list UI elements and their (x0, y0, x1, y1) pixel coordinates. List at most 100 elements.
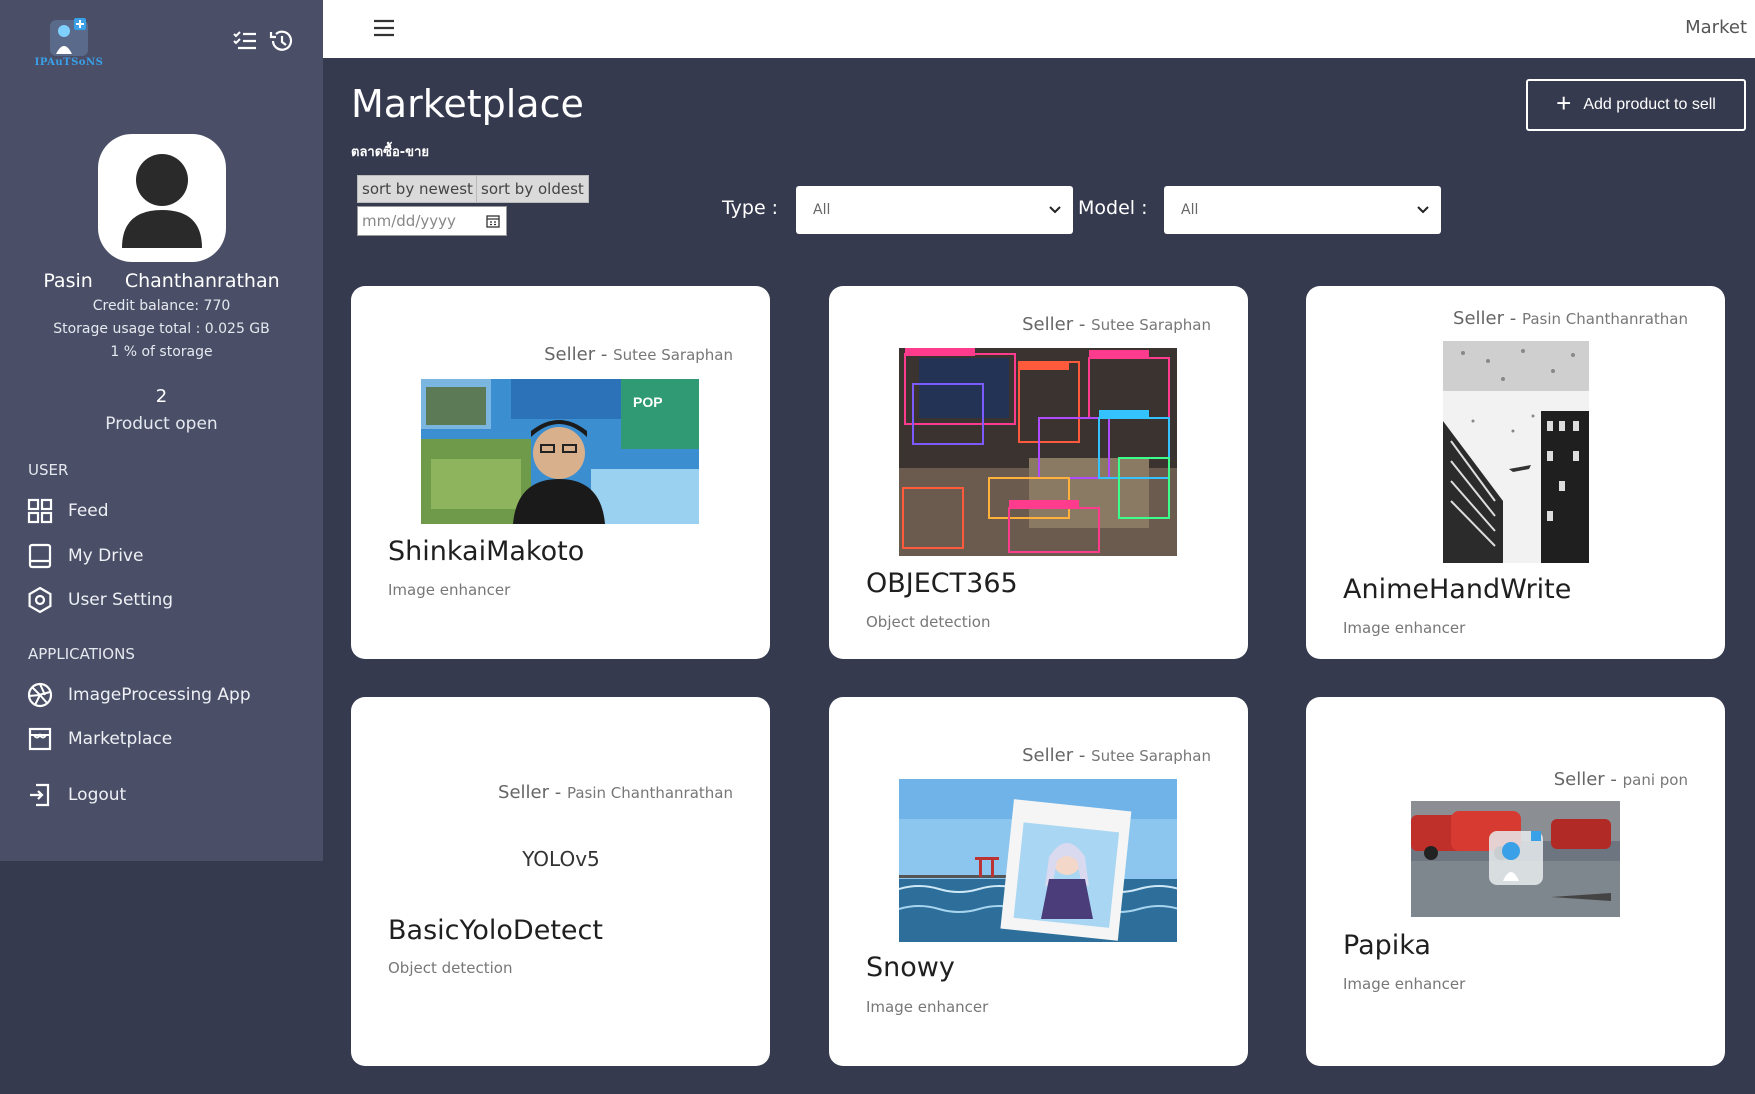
product-title: AnimeHandWrite (1343, 574, 1572, 605)
seller-line: Seller - pani pon (1554, 769, 1688, 790)
section-user: USER (28, 461, 69, 479)
seller-prefix: Seller - (1022, 314, 1086, 335)
model-select-value: All (1181, 202, 1199, 218)
aperture-icon (27, 682, 53, 708)
user-first-name: Pasin (43, 270, 93, 292)
seller-line: Seller - Pasin Chanthanrathan (498, 782, 733, 803)
collage-portrait-image: POP (421, 379, 699, 524)
logo-text: IPAuTSoNS (34, 57, 104, 68)
street-photo-image (1411, 801, 1620, 917)
sidebar: IPAuTSoNS Pasin Chanthanrathan Credit ba… (0, 0, 323, 861)
product-card[interactable]: Seller - Sutee Saraphan OBJECT365 Object… (829, 286, 1248, 659)
product-card[interactable]: Seller - pani pon Papika Image enhancer (1306, 697, 1725, 1066)
date-placeholder: mm/dd/yyyy (362, 212, 456, 230)
seller-name: pani pon (1622, 771, 1688, 789)
product-image (899, 348, 1177, 556)
sidebar-item-logout[interactable]: Logout (26, 779, 126, 811)
type-select-value: All (813, 202, 831, 218)
page-title: Marketplace (351, 82, 584, 126)
product-card[interactable]: Seller - Sutee Saraphan POP ShinkaiMakot… (351, 286, 770, 659)
product-image: YOLOv5 (516, 847, 606, 875)
product-type: Object detection (866, 613, 991, 631)
seller-name: Sutee Saraphan (1091, 316, 1211, 334)
calendar-icon[interactable] (486, 214, 500, 228)
add-product-label: Add product to sell (1583, 96, 1716, 113)
product-title: Papika (1343, 930, 1431, 961)
product-type: Image enhancer (1343, 975, 1466, 993)
store-icon (28, 727, 52, 751)
sidebar-item-marketplace[interactable]: Marketplace (26, 723, 172, 755)
list-check-icon[interactable] (232, 28, 258, 54)
seller-line: Seller - Sutee Saraphan (1022, 745, 1211, 766)
history-icon[interactable] (268, 28, 294, 54)
chevron-down-icon (1049, 206, 1061, 214)
seller-name: Sutee Saraphan (1091, 747, 1211, 765)
product-image (1411, 801, 1620, 917)
chevron-down-icon (1417, 206, 1429, 214)
type-select[interactable]: All (796, 186, 1073, 234)
seller-prefix: Seller - (1453, 308, 1517, 329)
anime-sea-image (899, 779, 1177, 942)
add-product-button[interactable]: + Add product to sell (1526, 79, 1746, 131)
seller-line: Seller - Sutee Saraphan (1022, 314, 1211, 335)
model-filter-label: Model : (1078, 197, 1148, 219)
page-subtitle: ตลาดซื้อ-ขาย (351, 145, 429, 160)
credit-balance: Credit balance: 770 (92, 298, 231, 314)
settings-icon (28, 586, 52, 614)
type-filter-label: Type : (722, 197, 779, 219)
product-card[interactable]: Seller - Pasin Chanthanrathan AnimeHandW… (1306, 286, 1725, 659)
sidebar-item-feed[interactable]: Feed (26, 495, 109, 527)
drive-icon (28, 543, 52, 569)
svg-text:POP: POP (633, 394, 663, 410)
grid-icon (27, 498, 53, 524)
model-select[interactable]: All (1164, 186, 1441, 234)
date-filter-input[interactable]: mm/dd/yyyy (357, 206, 507, 236)
product-image: POP (421, 379, 699, 524)
top-bar: Market (323, 0, 1755, 58)
user-full-name: Pasin Chanthanrathan (0, 270, 323, 292)
plus-icon: + (1556, 88, 1572, 118)
seller-line: Seller - Sutee Saraphan (544, 344, 733, 365)
product-image (1443, 341, 1589, 563)
sidebar-item-label: User Setting (68, 590, 174, 610)
sidebar-item-label: Marketplace (68, 729, 173, 749)
storage-percent: 1 % of storage (110, 344, 213, 360)
product-title: OBJECT365 (866, 568, 1018, 599)
logo-icon (50, 18, 88, 56)
product-type: Image enhancer (1343, 619, 1466, 637)
sidebar-item-label: Logout (68, 785, 127, 805)
product-type: Image enhancer (866, 998, 989, 1016)
seller-name: Sutee Saraphan (613, 346, 733, 364)
user-last-name: Chanthanrathan (124, 270, 280, 292)
user-avatar-icon (122, 154, 202, 248)
seller-prefix: Seller - (544, 344, 608, 365)
sidebar-item-label: My Drive (68, 546, 144, 566)
sidebar-item-imageprocessing[interactable]: ImageProcessing App (26, 679, 251, 711)
app-logo[interactable]: IPAuTSoNS (34, 16, 104, 72)
seller-name: Pasin Chanthanrathan (1521, 310, 1688, 328)
sidebar-item-user-setting[interactable]: User Setting (26, 584, 173, 616)
storage-usage: Storage usage total : 0.025 GB (53, 321, 270, 337)
seller-prefix: Seller - (498, 782, 562, 803)
seller-line: Seller - Pasin Chanthanrathan (1453, 308, 1688, 329)
product-title: BasicYoloDetect (388, 915, 603, 946)
product-type: Image enhancer (388, 581, 511, 599)
product-open-count: 2 (155, 386, 168, 407)
seller-prefix: Seller - (1022, 745, 1086, 766)
yolov5-logo: YOLOv5 (522, 847, 600, 871)
section-applications: APPLICATIONS (28, 645, 135, 663)
seller-name: Pasin Chanthanrathan (566, 784, 733, 802)
sidebar-item-my-drive[interactable]: My Drive (26, 540, 143, 572)
sort-oldest-button[interactable]: sort by oldest (476, 175, 589, 203)
product-image (899, 779, 1177, 942)
product-card[interactable]: Seller - Sutee Saraphan Snowy Image enha… (829, 697, 1248, 1066)
product-card[interactable]: Seller - Pasin Chanthanrathan YOLOv5 Bas… (351, 697, 770, 1066)
sidebar-item-label: ImageProcessing App (68, 685, 251, 705)
sidebar-item-label: Feed (68, 501, 109, 521)
hamburger-menu-icon[interactable] (371, 17, 397, 39)
topbar-market-link[interactable]: Market (1685, 17, 1747, 38)
sort-newest-button[interactable]: sort by newest (357, 175, 478, 203)
sketch-city-image (1443, 341, 1589, 563)
product-title: ShinkaiMakoto (388, 536, 585, 567)
avatar[interactable] (98, 134, 226, 262)
